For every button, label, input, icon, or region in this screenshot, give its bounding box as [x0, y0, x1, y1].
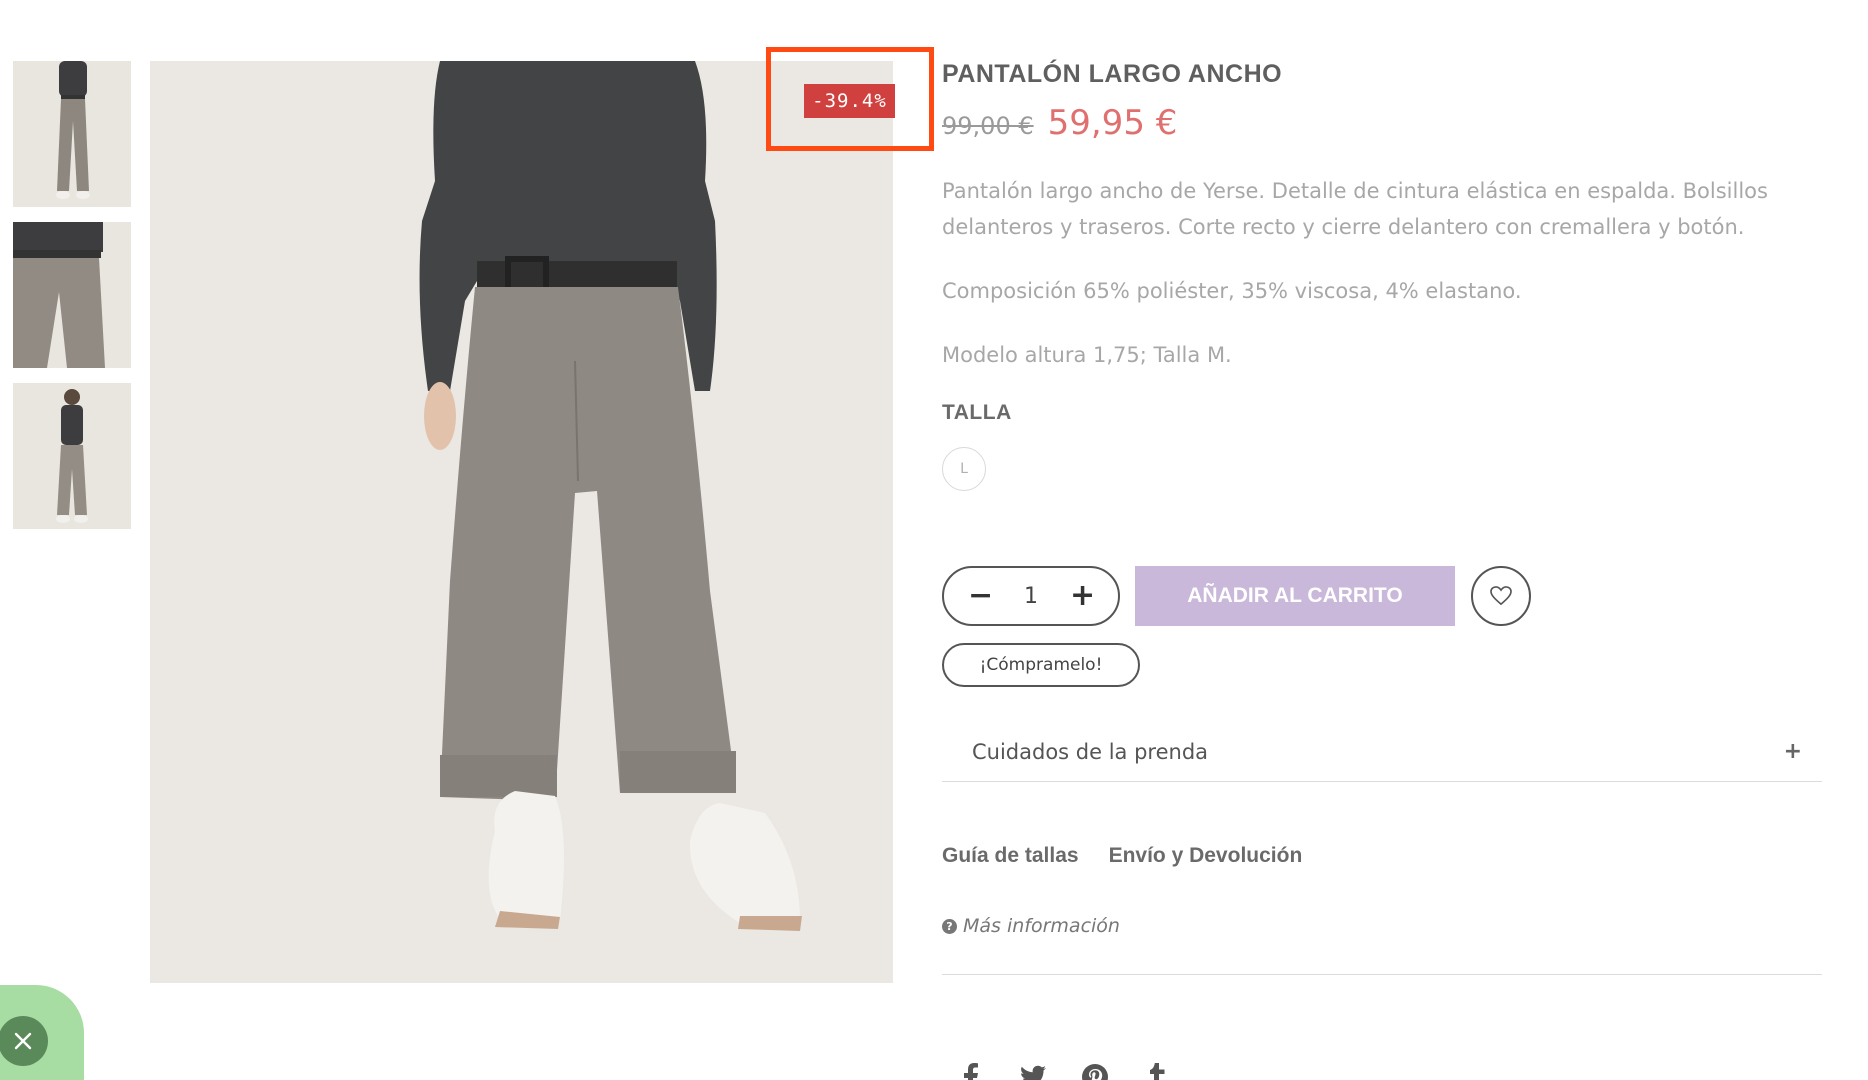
add-to-cart-button[interactable]: AÑADIR AL CARRITO: [1135, 566, 1455, 626]
social-share: [956, 1062, 1172, 1080]
size-guide-link[interactable]: Guía de tallas: [942, 844, 1079, 868]
facebook-icon[interactable]: [956, 1062, 986, 1080]
buy-for-me-button[interactable]: ¡Cómpramelo!: [942, 643, 1140, 687]
size-label: TALLA: [942, 401, 1012, 424]
quantity-value[interactable]: 1: [1024, 584, 1038, 609]
price-block: 99,00 € 59,95 €: [942, 103, 1822, 143]
wishlist-button[interactable]: [1471, 566, 1531, 626]
twitter-icon[interactable]: [1018, 1062, 1048, 1080]
description-paragraph: Pantalón largo ancho de Yerse. Detalle d…: [942, 179, 1768, 239]
model-size-paragraph: Modelo altura 1,75; Talla M.: [942, 343, 1232, 367]
quantity-stepper: − 1 +: [942, 566, 1120, 626]
heart-icon: [1490, 586, 1512, 606]
product-details: PANTALÓN LARGO ANCHO 99,00 € 59,95 € Pan…: [942, 60, 1822, 1080]
thumbnail-front-image: [13, 61, 131, 207]
more-info-label: Más información: [963, 915, 1120, 937]
add-to-cart-row: − 1 + AÑADIR AL CARRITO: [942, 566, 1531, 626]
shipping-returns-link[interactable]: Envío y Devolución: [1109, 844, 1303, 868]
main-product-image[interactable]: [150, 61, 893, 983]
size-option-l[interactable]: L: [942, 447, 986, 491]
thumbnail-detail[interactable]: [13, 222, 131, 368]
thumbnail-front[interactable]: [13, 61, 131, 207]
product-description: Pantalón largo ancho de Yerse. Detalle d…: [942, 173, 1822, 373]
product-model-illustration: [150, 61, 893, 983]
old-price: 99,00 €: [942, 112, 1034, 140]
divider: [942, 974, 1822, 975]
close-icon[interactable]: [0, 1016, 48, 1066]
pinterest-icon[interactable]: [1080, 1062, 1110, 1080]
discount-badge: -39.4%: [804, 84, 895, 118]
product-title: PANTALÓN LARGO ANCHO: [942, 60, 1283, 88]
quantity-increase-button[interactable]: +: [1070, 581, 1095, 611]
quantity-decrease-button[interactable]: −: [968, 581, 993, 611]
thumbnail-back-image: [13, 383, 131, 529]
composition-paragraph: Composición 65% poliéster, 35% viscosa, …: [942, 279, 1522, 303]
thumbnail-list: [13, 61, 131, 544]
plus-icon: +: [1783, 739, 1802, 764]
more-info-link[interactable]: ? Más información: [942, 915, 1120, 937]
thumbnail-back[interactable]: [13, 383, 131, 529]
accordion-title: Cuidados de la prenda: [972, 739, 1209, 764]
garment-care-accordion[interactable]: Cuidados de la prenda +: [942, 722, 1822, 782]
tumblr-icon[interactable]: [1142, 1062, 1172, 1080]
info-links: Guía de tallas Envío y Devolución: [942, 844, 1302, 868]
sale-price: 59,95 €: [1047, 103, 1178, 143]
thumbnail-detail-image: [13, 222, 131, 368]
question-icon: ?: [942, 918, 957, 934]
